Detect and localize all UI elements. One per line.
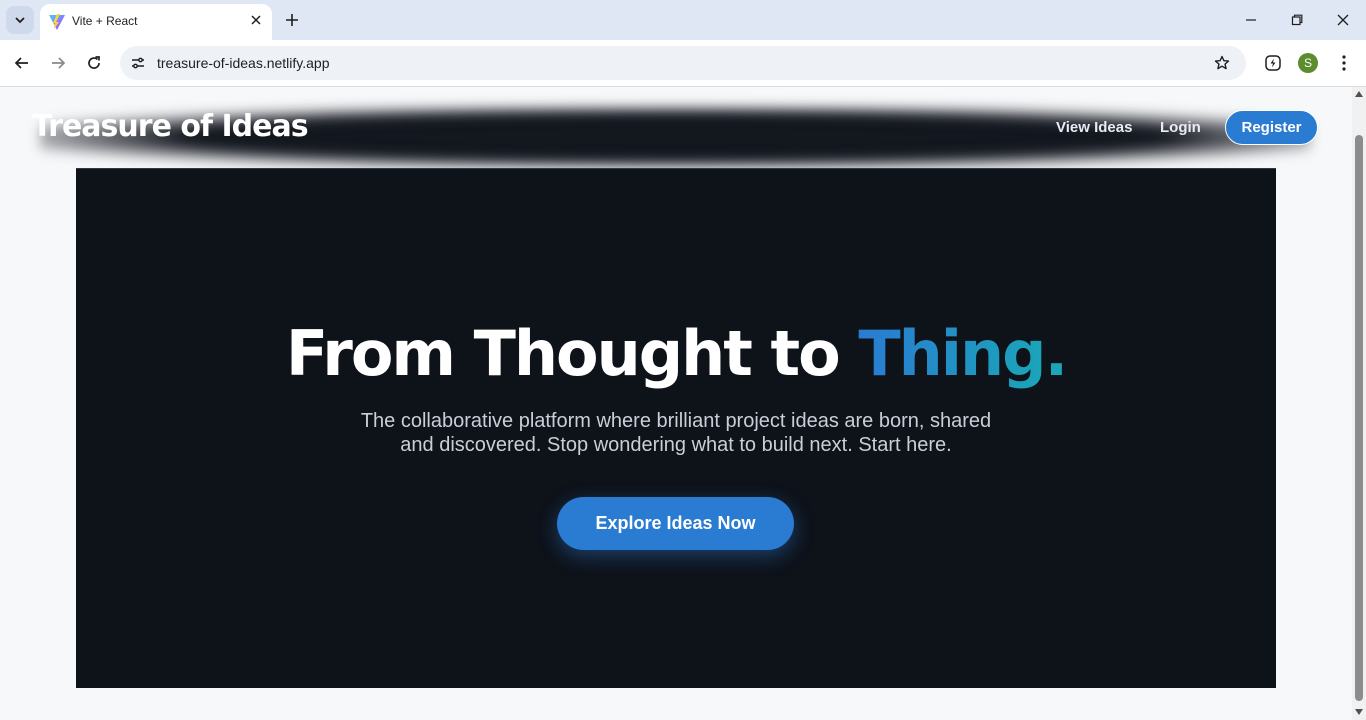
close-icon bbox=[1337, 14, 1349, 26]
bookmark-button[interactable] bbox=[1212, 53, 1232, 73]
subtitle-line-2: and discovered. Stop wondering what to b… bbox=[400, 434, 952, 456]
forward-button[interactable] bbox=[47, 52, 69, 74]
subtitle-line-1: The collaborative platform where brillia… bbox=[360, 410, 992, 432]
address-bar[interactable]: treasure-of-ideas.netlify.app bbox=[120, 46, 1246, 80]
vite-logo-icon bbox=[49, 14, 65, 30]
headline-accent: Thing bbox=[858, 317, 1046, 390]
site-info-button[interactable] bbox=[128, 53, 148, 73]
register-button[interactable]: Register bbox=[1225, 110, 1318, 145]
reload-button[interactable] bbox=[83, 52, 105, 74]
nav-view-ideas-link[interactable]: View Ideas bbox=[1056, 119, 1132, 136]
extension-icon bbox=[1265, 55, 1281, 71]
minimize-icon bbox=[1246, 19, 1256, 21]
hero-subtitle: The collaborative platform where brillia… bbox=[326, 409, 1026, 457]
headline-main: From Thought to bbox=[285, 317, 859, 390]
profile-avatar[interactable]: S bbox=[1298, 53, 1318, 73]
page-scrollbar[interactable] bbox=[1352, 87, 1366, 720]
hero-section: From Thought to Thing. The collaborative… bbox=[76, 168, 1276, 688]
scroll-down-arrow-icon[interactable] bbox=[1355, 709, 1363, 715]
tab-title: Vite + React bbox=[72, 14, 138, 28]
extension-button[interactable] bbox=[1262, 52, 1284, 74]
restore-icon bbox=[1291, 14, 1303, 26]
browser-menu-button[interactable] bbox=[1334, 52, 1354, 74]
explore-ideas-button[interactable]: Explore Ideas Now bbox=[557, 497, 794, 550]
nav-login-link[interactable]: Login bbox=[1160, 119, 1201, 136]
scrollbar-thumb[interactable] bbox=[1355, 135, 1363, 701]
more-vert-icon bbox=[1342, 55, 1346, 71]
arrow-right-icon bbox=[52, 57, 66, 69]
plus-icon bbox=[286, 14, 298, 26]
headline-dot: . bbox=[1044, 317, 1069, 390]
new-tab-button[interactable] bbox=[282, 10, 302, 30]
restore-button[interactable] bbox=[1285, 8, 1309, 32]
back-button[interactable] bbox=[11, 52, 33, 74]
site-logo[interactable]: Treasure of Ideas bbox=[32, 109, 309, 144]
url-text: treasure-of-ideas.netlify.app bbox=[157, 55, 330, 71]
tab-close-button[interactable] bbox=[248, 12, 264, 28]
arrow-left-icon bbox=[14, 57, 28, 69]
tune-icon bbox=[132, 57, 144, 69]
browser-tab[interactable]: Vite + React bbox=[40, 4, 272, 40]
hero-headline: From Thought to Thing. bbox=[76, 317, 1276, 390]
browser-tab-strip: Vite + React bbox=[0, 0, 1366, 40]
browser-toolbar: treasure-of-ideas.netlify.app S bbox=[0, 40, 1366, 87]
close-icon bbox=[251, 15, 261, 25]
page-viewport: Treasure of Ideas View Ideas Login Regis… bbox=[0, 87, 1352, 720]
scroll-up-arrow-icon[interactable] bbox=[1355, 91, 1363, 97]
close-window-button[interactable] bbox=[1331, 8, 1355, 32]
reload-icon bbox=[88, 56, 100, 69]
tab-search-button[interactable] bbox=[6, 6, 34, 34]
minimize-button[interactable] bbox=[1239, 8, 1263, 32]
chevron-down-icon bbox=[15, 17, 25, 24]
star-icon bbox=[1214, 55, 1230, 70]
